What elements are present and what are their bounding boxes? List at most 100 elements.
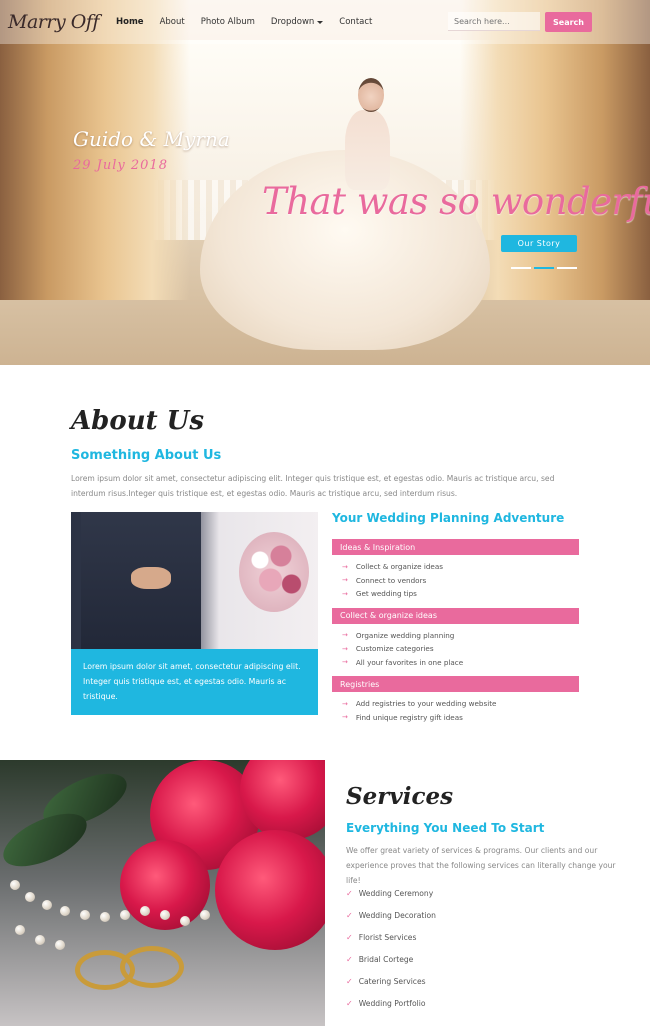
planning-group-items: → Organize wedding planning → Customize ca… xyxy=(332,624,579,677)
list-item-label: Get wedding tips xyxy=(355,589,417,599)
page: Guido & Myrna 29 July 2018 That was so w… xyxy=(0,0,650,1026)
our-story-button[interactable]: Our Story xyxy=(501,235,577,252)
list-item-label: Collect & organize ideas xyxy=(355,562,444,572)
list-item: → Connect to vendors xyxy=(342,574,579,588)
couple-names: Guido & Myrna xyxy=(73,127,230,151)
list-item: → Collect & organize ideas xyxy=(342,560,579,574)
rose-image xyxy=(215,830,325,950)
list-item-label: Add registries to your wedding website xyxy=(355,699,497,709)
slide-indicator-2[interactable] xyxy=(534,267,554,269)
arrow-right-icon: → xyxy=(342,699,348,708)
check-icon: ✓ xyxy=(346,888,353,898)
search-input[interactable] xyxy=(448,12,540,31)
bouquet-image xyxy=(239,532,309,612)
service-label: Florist Services xyxy=(358,932,417,942)
planning-title: Your Wedding Planning Adventure xyxy=(332,511,565,525)
services-subtitle: Everything You Need To Start xyxy=(346,821,545,835)
caret-down-icon xyxy=(317,20,324,24)
arrow-right-icon: → xyxy=(342,631,348,640)
list-item-label: Find unique registry gift ideas xyxy=(355,712,463,722)
list-item: ✓ Catering Services xyxy=(346,970,436,992)
slide-indicator-1[interactable] xyxy=(511,267,531,269)
nav-contact[interactable]: Contact xyxy=(331,17,380,27)
search-button[interactable]: Search xyxy=(545,12,592,32)
list-item-label: Connect to vendors xyxy=(355,575,427,585)
nav-home[interactable]: Home xyxy=(108,17,152,27)
photo-caption: Lorem ipsum dolor sit amet, consectetur … xyxy=(71,649,318,715)
couple-photo xyxy=(71,512,318,649)
pearl-image xyxy=(100,912,110,922)
roses-rings-photo xyxy=(0,760,325,1026)
hero-tagline: That was so wonderful xyxy=(262,180,650,223)
list-item: ✓ Wedding Portfolio xyxy=(346,992,436,1014)
arrow-right-icon: → xyxy=(342,658,348,667)
pearl-image xyxy=(140,906,150,916)
hero-banner: Guido & Myrna 29 July 2018 That was so w… xyxy=(0,0,650,365)
list-item: → Organize wedding planning xyxy=(342,629,579,643)
arrow-right-icon: → xyxy=(342,576,348,585)
planning-group-heading: Collect & organize ideas xyxy=(332,607,579,624)
about-text: Lorem ipsum dolor sit amet, consectetur … xyxy=(71,474,555,498)
list-item: → Get wedding tips xyxy=(342,587,579,601)
pearl-image xyxy=(35,935,45,945)
list-item: → Find unique registry gift ideas xyxy=(342,711,579,725)
list-item-label: All your favorites in one place xyxy=(355,657,464,667)
pearl-image xyxy=(42,900,52,910)
planning-group-items: → Collect & organize ideas → Connect to ve… xyxy=(332,555,579,608)
list-item: → All your favorites in one place xyxy=(342,656,579,670)
slider-indicators xyxy=(511,267,577,269)
main-menu: Home About Photo Album Dropdown Contact xyxy=(108,17,380,27)
pearl-image xyxy=(180,916,190,926)
bride-head-image xyxy=(358,78,384,112)
planning-group-heading: Registries xyxy=(332,676,579,692)
pearl-image xyxy=(80,910,90,920)
list-item: ✓ Bridal Cortege xyxy=(346,948,436,970)
ring-image xyxy=(120,946,184,988)
check-icon: ✓ xyxy=(346,976,353,986)
pearl-image xyxy=(10,880,20,890)
pearl-image xyxy=(200,910,210,920)
arrow-right-icon: → xyxy=(342,589,348,598)
arrow-right-icon: → xyxy=(342,644,348,653)
list-item: ✓ Wedding Ceremony xyxy=(346,882,436,904)
site-logo[interactable]: Marry Off xyxy=(8,11,100,33)
nav-dropdown-label: Dropdown xyxy=(270,17,315,27)
planning-list: Ideas & Inspiration → Collect & organize … xyxy=(332,539,579,731)
groom-hand-image xyxy=(131,567,171,589)
service-label: Wedding Portfolio xyxy=(358,998,426,1008)
pearl-image xyxy=(55,940,65,950)
about-title: About Us xyxy=(71,406,204,436)
pearl-image xyxy=(160,910,170,920)
slide-indicator-3[interactable] xyxy=(557,267,577,269)
nav-dropdown[interactable]: Dropdown xyxy=(263,17,331,27)
top-navbar: Marry Off Home About Photo Album Dropdow… xyxy=(0,0,650,44)
service-label: Wedding Ceremony xyxy=(358,888,434,898)
list-item: ✓ Florist Services xyxy=(346,926,436,948)
services-list: ✓ Wedding Ceremony ✓ Wedding Decoration ✓ F… xyxy=(346,882,436,1014)
list-item: → Add registries to your wedding website xyxy=(342,697,579,711)
arrow-right-icon: → xyxy=(342,713,348,722)
service-label: Catering Services xyxy=(358,976,426,986)
service-label: Wedding Decoration xyxy=(358,910,436,920)
pearl-image xyxy=(25,892,35,902)
planning-group-heading: Ideas & Inspiration xyxy=(332,539,579,555)
list-item-label: Customize categories xyxy=(355,644,434,654)
check-icon: ✓ xyxy=(346,910,353,920)
check-icon: ✓ xyxy=(346,998,353,1008)
wedding-date: 29 July 2018 xyxy=(73,158,168,173)
bride-bodice-image xyxy=(345,110,390,190)
list-item: → Customize categories xyxy=(342,642,579,656)
about-subtitle: Something About Us xyxy=(71,448,222,463)
pearl-image xyxy=(120,910,130,920)
list-item-label: Organize wedding planning xyxy=(355,630,455,640)
planning-group-items: → Add registries to your wedding website … xyxy=(332,692,579,731)
services-title: Services xyxy=(346,783,454,810)
check-icon: ✓ xyxy=(346,954,353,964)
nav-photo-album[interactable]: Photo Album xyxy=(193,17,263,27)
service-label: Bridal Cortege xyxy=(358,954,414,964)
check-icon: ✓ xyxy=(346,932,353,942)
nav-about[interactable]: About xyxy=(152,17,193,27)
list-item: ✓ Wedding Decoration xyxy=(346,904,436,926)
arrow-right-icon: → xyxy=(342,562,348,571)
pearl-image xyxy=(60,906,70,916)
